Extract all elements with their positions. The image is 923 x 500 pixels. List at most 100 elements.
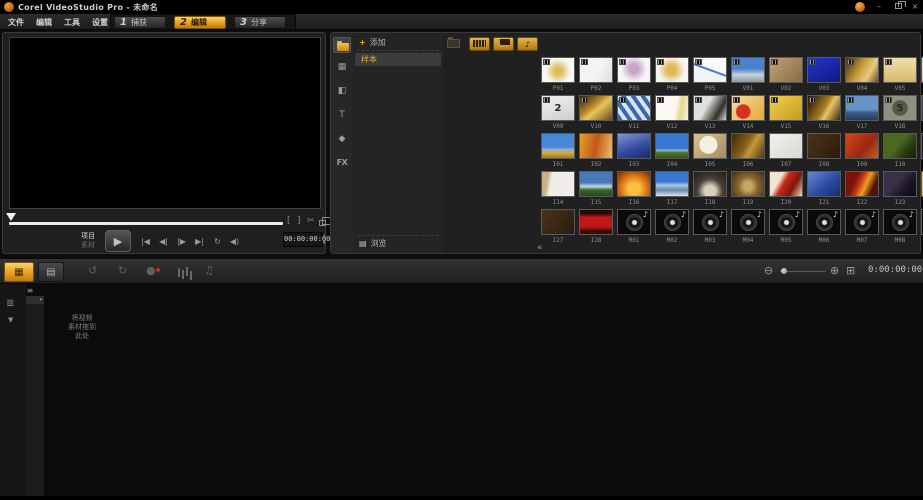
media-thumbnail[interactable]: [655, 95, 689, 121]
library-item[interactable]: 2V09: [539, 95, 577, 130]
media-thumbnail[interactable]: [807, 95, 841, 121]
library-item[interactable]: I08: [805, 133, 843, 168]
go-start-button[interactable]: |◀: [137, 235, 154, 248]
library-item[interactable]: ♪M05: [767, 209, 805, 244]
up-folder-icon[interactable]: [447, 39, 460, 48]
volume-button[interactable]: ◀): [226, 235, 243, 248]
media-thumbnail[interactable]: [617, 57, 651, 83]
scrubber-track[interactable]: [9, 222, 283, 225]
prev-frame-button[interactable]: ◀|: [155, 235, 172, 248]
library-item[interactable]: P01: [539, 57, 577, 92]
media-thumbnail[interactable]: [845, 57, 879, 83]
media-thumbnail[interactable]: [769, 171, 803, 197]
library-item[interactable]: I05: [691, 133, 729, 168]
media-thumbnail[interactable]: [617, 171, 651, 197]
filter-photo-button[interactable]: [493, 37, 514, 51]
library-item[interactable]: V01: [729, 57, 767, 92]
nav-transition[interactable]: ◧: [333, 83, 351, 99]
library-item[interactable]: ♪M06: [805, 209, 843, 244]
media-thumbnail[interactable]: [541, 171, 575, 197]
media-thumbnail[interactable]: 2: [541, 95, 575, 121]
library-item[interactable]: I28: [577, 209, 615, 244]
library-item[interactable]: V05: [881, 57, 919, 92]
next-frame-button[interactable]: |▶: [173, 235, 190, 248]
library-item[interactable]: V10: [577, 95, 615, 130]
sound-mixer-icon[interactable]: [178, 268, 180, 277]
media-thumbnail[interactable]: [807, 133, 841, 159]
undo-button[interactable]: ↺: [88, 264, 97, 277]
library-item[interactable]: ♪M09: [919, 209, 923, 244]
track-header-dropdown[interactable]: ▾: [26, 296, 44, 304]
mode-project[interactable]: 项目: [81, 232, 103, 241]
mode-clip[interactable]: 素材: [81, 241, 103, 250]
library-item[interactable]: ♪M02: [653, 209, 691, 244]
media-thumbnail[interactable]: [617, 133, 651, 159]
repeat-button[interactable]: ↻: [209, 235, 226, 248]
library-item[interactable]: V12: [653, 95, 691, 130]
media-thumbnail[interactable]: [807, 171, 841, 197]
track-list-button[interactable]: ≡: [22, 286, 38, 296]
media-thumbnail[interactable]: [579, 171, 613, 197]
collapse-panel-icon[interactable]: «: [537, 243, 543, 253]
library-item[interactable]: ♪M08: [881, 209, 919, 244]
media-thumbnail[interactable]: [883, 171, 917, 197]
tab-capture[interactable]: 1 捕获: [114, 16, 166, 29]
add-folder-button[interactable]: +添加: [357, 37, 439, 51]
media-thumbnail[interactable]: [731, 57, 765, 83]
library-item[interactable]: V14: [729, 95, 767, 130]
library-item[interactable]: P05: [691, 57, 729, 92]
library-item[interactable]: V11: [615, 95, 653, 130]
timeline-zoom-in-icon[interactable]: ⊕: [830, 264, 839, 277]
timeline-zoom-out-icon[interactable]: ⊖: [764, 264, 773, 277]
library-item[interactable]: I23: [881, 171, 919, 206]
media-thumbnail[interactable]: ♪: [845, 209, 879, 235]
scrubber-handle[interactable]: [6, 213, 16, 221]
library-item[interactable]: P03: [615, 57, 653, 92]
library-item[interactable]: V04: [843, 57, 881, 92]
play-button[interactable]: ▶: [105, 230, 131, 252]
close-button[interactable]: ×: [908, 2, 922, 12]
media-thumbnail[interactable]: [769, 57, 803, 83]
record-capture-button[interactable]: ●: [146, 264, 156, 277]
media-thumbnail[interactable]: [579, 57, 613, 83]
library-item[interactable]: I16: [615, 171, 653, 206]
library-item[interactable]: I07: [767, 133, 805, 168]
media-thumbnail[interactable]: [845, 171, 879, 197]
filter-video-button[interactable]: [469, 37, 490, 51]
menu-tools[interactable]: 工具: [64, 17, 80, 28]
library-item[interactable]: I03: [615, 133, 653, 168]
library-item[interactable]: I06: [729, 133, 767, 168]
split-clip-icon[interactable]: ✂: [307, 216, 315, 226]
library-item[interactable]: I22: [843, 171, 881, 206]
library-item[interactable]: V15: [767, 95, 805, 130]
nav-instant-project[interactable]: ▦: [333, 59, 351, 75]
minimize-button[interactable]: –: [872, 2, 886, 12]
media-thumbnail[interactable]: [769, 95, 803, 121]
library-item[interactable]: I11: [919, 133, 923, 168]
library-item[interactable]: I02: [577, 133, 615, 168]
timeline-zoom-slider-knob[interactable]: [781, 268, 787, 274]
help-orb-icon[interactable]: [855, 2, 865, 12]
menu-file[interactable]: 文件: [8, 17, 24, 28]
media-thumbnail[interactable]: [883, 133, 917, 159]
media-thumbnail[interactable]: [541, 133, 575, 159]
media-thumbnail[interactable]: [655, 171, 689, 197]
fit-timeline-icon[interactable]: ⊞: [846, 264, 855, 277]
media-thumbnail[interactable]: ♪: [655, 209, 689, 235]
go-end-button[interactable]: ▶|: [191, 235, 208, 248]
library-item[interactable]: ♪M04: [729, 209, 767, 244]
enlarge-preview-icon[interactable]: [319, 220, 326, 226]
track-manager-icon[interactable]: ≣: [6, 298, 14, 309]
library-item[interactable]: I21: [805, 171, 843, 206]
menu-settings[interactable]: 设置: [92, 17, 108, 28]
media-thumbnail[interactable]: [693, 95, 727, 121]
nav-title[interactable]: T: [333, 107, 351, 123]
library-item[interactable]: I20: [767, 171, 805, 206]
library-item[interactable]: I15: [577, 171, 615, 206]
library-item[interactable]: I01: [539, 133, 577, 168]
media-thumbnail[interactable]: [845, 95, 879, 121]
media-thumbnail[interactable]: [579, 209, 613, 235]
media-thumbnail[interactable]: [769, 133, 803, 159]
tab-share[interactable]: 3 分享: [234, 16, 286, 29]
media-thumbnail[interactable]: [541, 209, 575, 235]
